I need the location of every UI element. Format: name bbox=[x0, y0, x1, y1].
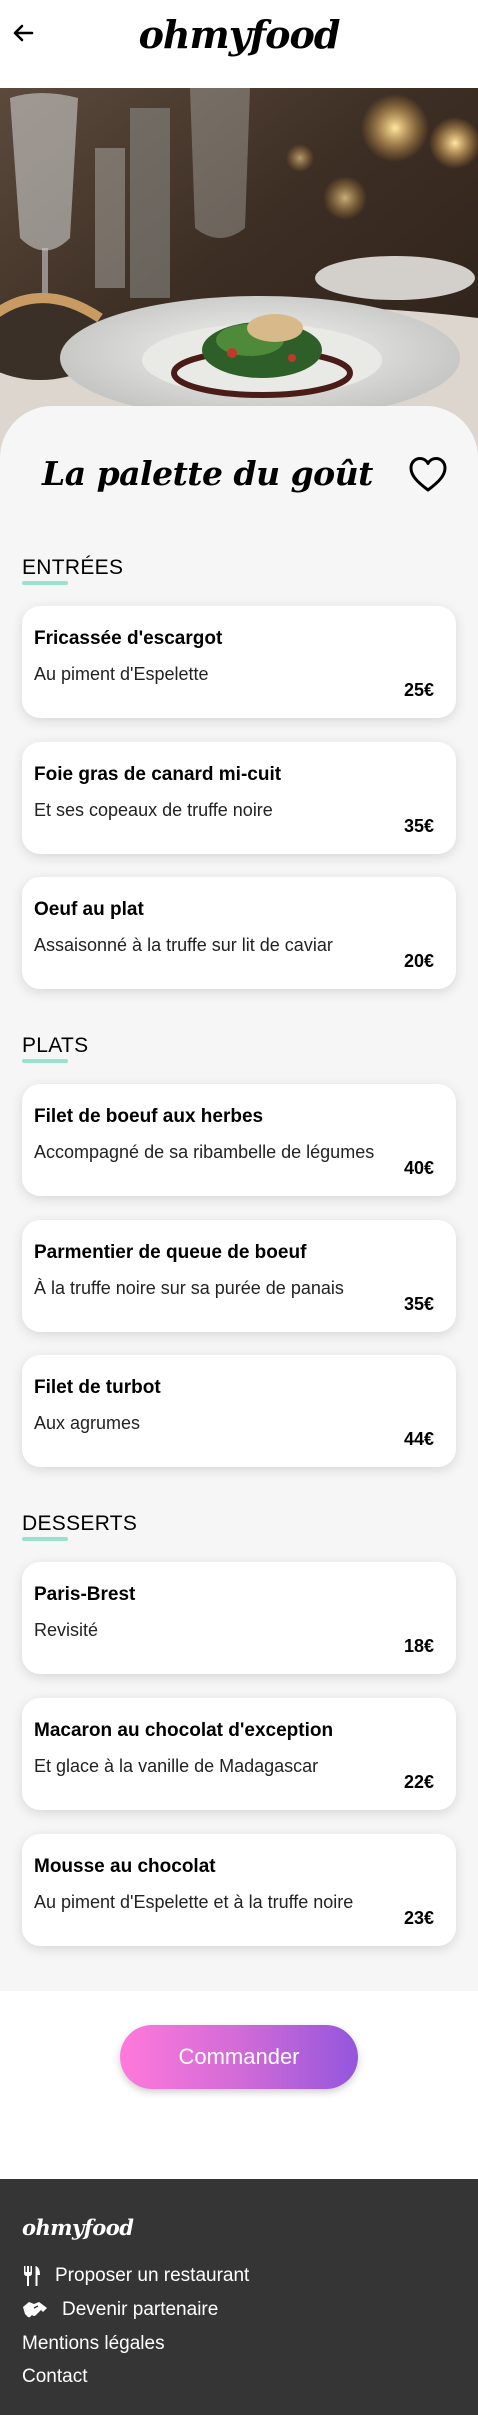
menu-item-name: Mousse au chocolat bbox=[34, 1856, 216, 1877]
menu-item-card[interactable]: Oeuf au plat Assaisonné à la truffe sur … bbox=[22, 877, 456, 989]
menu-item-card[interactable]: Mousse au chocolat Au piment d'Espelette… bbox=[22, 1834, 456, 1946]
heart-outline-icon bbox=[409, 457, 447, 492]
footer-link-contact[interactable]: Contact bbox=[22, 2366, 87, 2388]
menu-item-description: À la truffe noire sur sa purée de panais bbox=[34, 1278, 344, 1298]
menu-item-card[interactable]: Filet de boeuf aux herbes Accompagné de … bbox=[22, 1084, 456, 1196]
menu-item-description: Et glace à la vanille de Madagascar bbox=[34, 1756, 319, 1776]
menu-item-name: Filet de boeuf aux herbes bbox=[34, 1106, 264, 1127]
menu-item-card[interactable]: Foie gras de canard mi-cuit Et ses copea… bbox=[22, 742, 456, 854]
favorite-button[interactable] bbox=[408, 456, 448, 494]
section-title-entrees: ENTRÉES bbox=[22, 556, 124, 579]
section-underline bbox=[22, 581, 68, 585]
menu-item-description: Aux agrumes bbox=[34, 1413, 141, 1433]
brand-logo[interactable]: ohmyfood bbox=[0, 12, 478, 57]
menu-sheet: La palette du goût ENTRÉES Fricassée d'e… bbox=[0, 406, 478, 1991]
menu-item-price: 20€ bbox=[403, 951, 434, 971]
menu-item-card[interactable]: Fricassée d'escargot Au piment d'Espelet… bbox=[22, 606, 456, 718]
menu-item-price: 40€ bbox=[403, 1158, 434, 1178]
menu-item-name: Paris-Brest bbox=[34, 1584, 136, 1605]
section-title-plats: PLATS bbox=[22, 1034, 89, 1057]
menu-item-name: Parmentier de queue de boeuf bbox=[34, 1242, 307, 1263]
menu-item-card[interactable]: Paris-Brest Revisité 18€ bbox=[22, 1562, 456, 1674]
utensils-icon bbox=[22, 2265, 42, 2287]
footer-link-label: Proposer un restaurant bbox=[55, 2265, 250, 2286]
menu-item-description: Assaisonné à la truffe sur lit de caviar bbox=[34, 935, 333, 955]
app-header: ohmyfood bbox=[0, 0, 478, 88]
menu-item-name: Fricassée d'escargot bbox=[34, 628, 223, 649]
restaurant-hero-image bbox=[0, 88, 478, 460]
section-title-desserts: DESSERTS bbox=[22, 1512, 138, 1535]
footer-link-legal-notice[interactable]: Mentions légales bbox=[22, 2333, 165, 2355]
menu-item-description: Au piment d'Espelette bbox=[34, 664, 209, 684]
menu-item-name: Filet de turbot bbox=[34, 1377, 161, 1398]
footer-link-propose-restaurant[interactable]: Proposer un restaurant bbox=[22, 2265, 249, 2287]
menu-item-name: Oeuf au plat bbox=[34, 899, 144, 920]
menu-item-price: 18€ bbox=[403, 1636, 434, 1656]
menu-item-description: Accompagné de sa ribambelle de légumes bbox=[34, 1142, 375, 1162]
menu-item-description: Et ses copeaux de truffe noire bbox=[34, 800, 273, 820]
menu-item-card[interactable]: Filet de turbot Aux agrumes 44€ bbox=[22, 1355, 456, 1467]
menu-item-price: 35€ bbox=[403, 816, 434, 836]
handshake-icon bbox=[22, 2299, 48, 2321]
menu-item-price: 44€ bbox=[403, 1429, 434, 1449]
menu-item-description: Au piment d'Espelette et à la truffe noi… bbox=[34, 1892, 354, 1912]
order-section: Commander bbox=[0, 1991, 478, 2179]
menu-item-price: 22€ bbox=[403, 1772, 434, 1792]
menu-item-card[interactable]: Parmentier de queue de boeuf À la truffe… bbox=[22, 1220, 456, 1332]
menu-item-name: Macaron au chocolat d'exception bbox=[34, 1720, 334, 1741]
menu-item-price: 23€ bbox=[403, 1908, 434, 1928]
footer-link-label: Devenir partenaire bbox=[62, 2299, 219, 2320]
site-footer: ohmyfood Proposer un restaurant Devenir … bbox=[0, 2179, 478, 2415]
restaurant-name: La palette du goût bbox=[42, 454, 373, 493]
menu-item-description: Revisité bbox=[34, 1620, 99, 1640]
footer-link-become-partner[interactable]: Devenir partenaire bbox=[22, 2299, 218, 2321]
footer-brand-logo[interactable]: ohmyfood bbox=[22, 2215, 134, 2240]
menu-item-price: 35€ bbox=[403, 1294, 434, 1314]
menu-item-card[interactable]: Macaron au chocolat d'exception Et glace… bbox=[22, 1698, 456, 1810]
menu-item-price: 25€ bbox=[403, 680, 434, 700]
order-button[interactable]: Commander bbox=[120, 2025, 358, 2089]
section-underline bbox=[22, 1537, 68, 1541]
section-underline bbox=[22, 1059, 68, 1063]
menu-item-name: Foie gras de canard mi-cuit bbox=[34, 764, 282, 785]
